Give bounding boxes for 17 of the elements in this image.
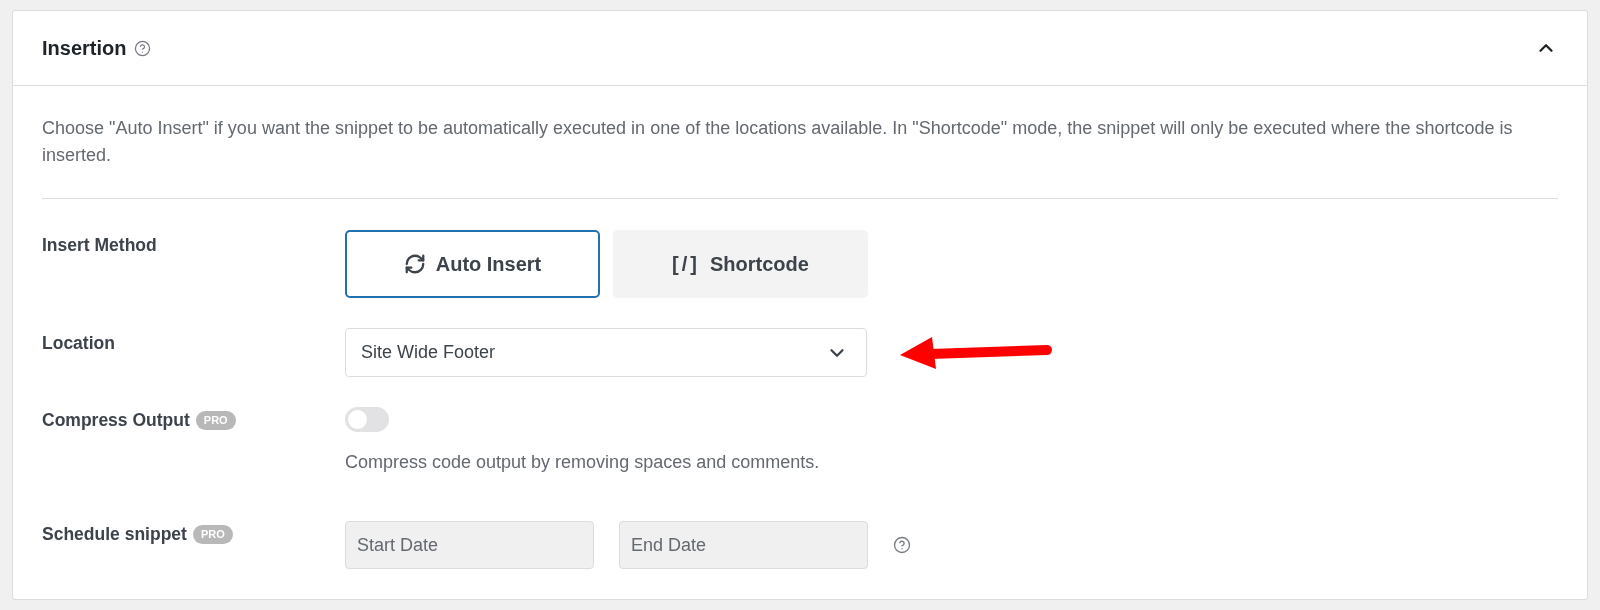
insert-method-button[interactable]: Auto Insert [345, 230, 600, 298]
field-label: Compress Output [42, 408, 190, 432]
insert-method-button[interactable]: [/] Shortcode [613, 230, 868, 298]
panel-title: Insertion [42, 36, 127, 61]
refresh-icon [403, 253, 426, 275]
field-label: Insert Method [42, 233, 157, 257]
field-label: Location [42, 331, 115, 355]
help-icon[interactable] [134, 39, 152, 57]
field-label: Schedule snippet [42, 522, 187, 546]
shortcode-icon: [/] [672, 249, 700, 279]
pro-badge: PRO [195, 410, 236, 430]
location-select[interactable]: Site Wide Footer [345, 328, 867, 377]
description-text: Choose "Auto Insert" if you want the snippet to be automatically executed in one of the locations available. In "Shortcode" mode, the snippet will only be executed where the shortcode is inserted. [42, 117, 1514, 167]
help-text: Compress code output by removing spaces and comments. [345, 451, 820, 474]
help-icon[interactable] [893, 536, 911, 554]
toggle-switch[interactable] [345, 407, 389, 432]
pro-badge: PRO [192, 524, 233, 544]
